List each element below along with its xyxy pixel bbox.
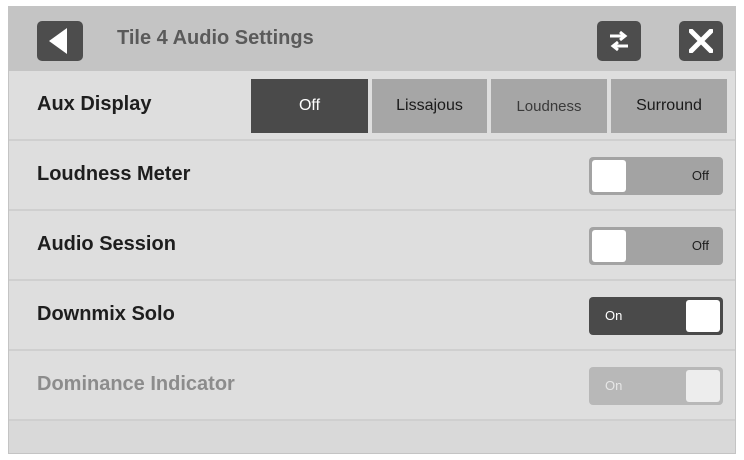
aux-option-lissajous[interactable]: Lissajous	[372, 79, 487, 133]
swap-arrows-icon	[606, 28, 632, 54]
aux-option-off[interactable]: Off	[251, 79, 368, 133]
aux-display-label: Aux Display	[37, 93, 152, 115]
swap-button[interactable]	[597, 21, 641, 61]
toggle-state: On	[605, 308, 623, 323]
toggle-state: Off	[691, 238, 709, 253]
downmix-solo-toggle[interactable]: On	[589, 297, 723, 335]
downmix-solo-row: Downmix Solo On	[9, 281, 735, 351]
toggle-state: On	[605, 378, 623, 393]
page-title: Tile 4 Audio Settings	[117, 27, 314, 49]
aux-option-surround[interactable]: Surround	[611, 79, 727, 133]
toggle-knob	[592, 160, 626, 192]
toggle-knob	[592, 230, 626, 262]
downmix-solo-label: Downmix Solo	[37, 303, 175, 325]
loudness-meter-toggle[interactable]: Off	[589, 157, 723, 195]
audio-session-label: Audio Session	[37, 233, 176, 255]
aux-option-loudness[interactable]: Loudness	[491, 79, 607, 133]
close-button[interactable]	[679, 21, 723, 61]
aux-display-row: Aux Display Off Lissajous Loudness Surro…	[9, 71, 735, 141]
audio-session-toggle[interactable]: Off	[589, 227, 723, 265]
settings-panel: Tile 4 Audio Settings Aux Display Off Li…	[8, 6, 736, 454]
dominance-indicator-label: Dominance Indicator	[37, 373, 235, 395]
back-triangle-icon	[49, 28, 67, 54]
toggle-knob	[686, 300, 720, 332]
dominance-indicator-row: Dominance Indicator On	[9, 351, 735, 421]
title-bar: Tile 4 Audio Settings	[9, 7, 735, 72]
toggle-state: Off	[691, 168, 709, 183]
dominance-indicator-toggle: On	[589, 367, 723, 405]
toggle-knob	[686, 370, 720, 402]
audio-session-row: Audio Session Off	[9, 211, 735, 281]
close-x-icon	[689, 29, 713, 53]
loudness-meter-row: Loudness Meter Off	[9, 141, 735, 211]
back-button[interactable]	[37, 21, 83, 61]
loudness-meter-label: Loudness Meter	[37, 163, 191, 185]
